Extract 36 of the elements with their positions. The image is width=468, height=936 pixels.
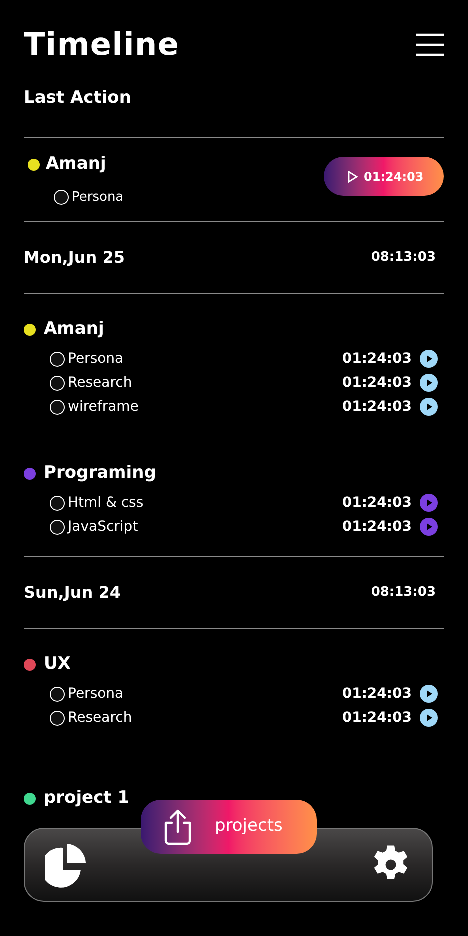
group-name: Programing (44, 462, 156, 486)
group-name: UX (44, 653, 71, 676)
task-name: Research (68, 374, 134, 392)
date-heading: Sun,Jun 24 (24, 582, 121, 604)
group-name: Amanj (44, 318, 104, 342)
date-heading: Mon,Jun 25 (24, 246, 125, 268)
timer-button[interactable]: 01:24:03 (324, 157, 444, 196)
task-name: Persona (68, 684, 125, 704)
task-name: Persona (72, 188, 124, 206)
play-icon[interactable] (420, 374, 438, 392)
projects-button[interactable]: projects (141, 800, 317, 854)
play-icon[interactable] (420, 709, 438, 727)
task-name: JavaScript (68, 518, 140, 536)
section-heading: Last Action (24, 87, 132, 110)
task-duration: 01:24:03 (342, 398, 412, 416)
task-name: Research (68, 708, 134, 728)
play-icon (348, 170, 358, 182)
menu-icon[interactable] (416, 33, 444, 57)
pie-chart-icon[interactable] (45, 842, 87, 888)
task-duration: 01:24:03 (342, 684, 412, 704)
play-icon[interactable] (420, 685, 438, 703)
task-name: wireframe (68, 398, 140, 416)
task-duration: 01:24:03 (342, 350, 412, 368)
group-name: Amanj (46, 153, 106, 176)
task-duration: 01:24:03 (342, 518, 412, 536)
task-name: Html & css (68, 494, 145, 512)
task-name: Persona (68, 350, 125, 368)
play-icon[interactable] (420, 398, 438, 416)
group-name: project 1 (44, 787, 130, 810)
day-total: 08:13:03 (371, 248, 436, 267)
page-title: Timeline (24, 26, 180, 65)
task-duration: 01:24:03 (342, 494, 412, 512)
task-duration: 01:24:03 (342, 708, 412, 728)
play-icon[interactable] (420, 350, 438, 368)
day-total: 08:13:03 (371, 584, 436, 602)
task-duration: 01:24:03 (342, 374, 412, 392)
